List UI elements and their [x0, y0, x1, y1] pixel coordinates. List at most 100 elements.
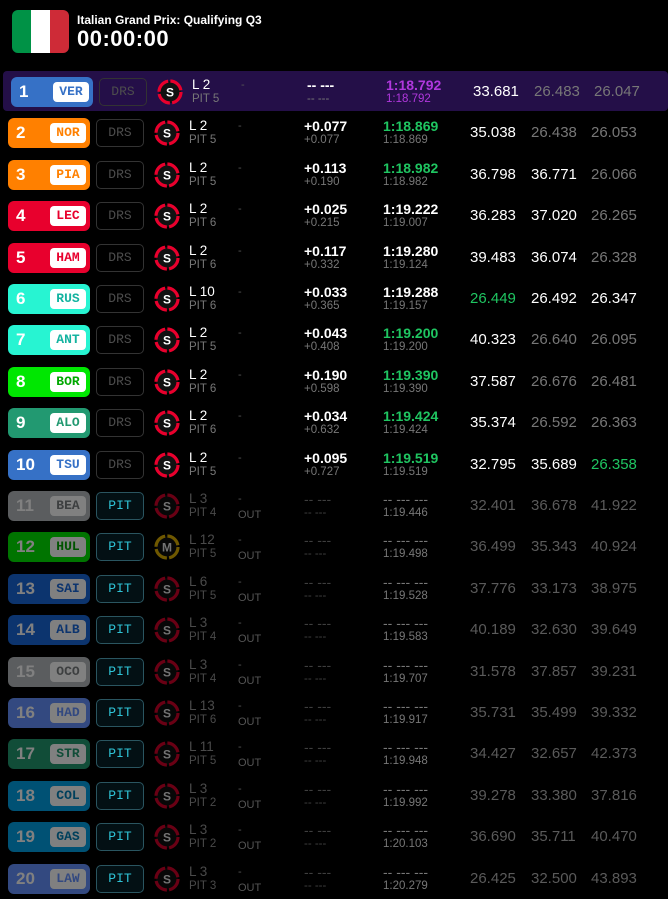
- sector-2-time: 26.438: [531, 124, 577, 142]
- tyre-compound: S: [166, 86, 174, 100]
- driver-row[interactable]: 6 RUS DRS S L 10 PIT 6 - +0.033 +0.365 1…: [0, 278, 668, 318]
- sector-2-time: 36.678: [531, 497, 577, 514]
- last-lap-time: 1:19.528: [383, 589, 428, 602]
- driver-row[interactable]: 10 TSU DRS S L 2 PIT 5 - +0.095 +0.727 1…: [0, 444, 668, 484]
- tyre-compound: S: [163, 707, 171, 721]
- out-status: OUT: [238, 674, 262, 687]
- position-number: 8: [16, 371, 26, 391]
- sector-3-time: 41.922: [591, 497, 637, 514]
- sector-3-time: 39.332: [591, 704, 637, 721]
- position-badge: 4 LEC: [8, 201, 90, 232]
- lap-count: L 12: [189, 532, 215, 548]
- sector-2-time: 26.676: [531, 372, 577, 390]
- gap-to-ahead: +0.077: [304, 118, 348, 135]
- soft-tyre-icon: S: [154, 410, 180, 436]
- pit-indicator: PIT: [96, 574, 144, 603]
- pit-count: PIT 6: [189, 714, 217, 726]
- gap-to-ahead: +0.025: [304, 201, 348, 218]
- stint-info: -: [241, 79, 245, 91]
- driver-row[interactable]: 15 OCO PIT S L 3 PIT 4 - OUT -- --- -- -…: [0, 651, 668, 691]
- gap-to-leader: -- ---: [304, 631, 327, 644]
- tyre-compound: S: [163, 127, 171, 141]
- gap-to-ahead: +0.033: [304, 284, 348, 300]
- stint-info: -: [238, 617, 242, 630]
- tyre-compound: S: [163, 334, 171, 348]
- driver-row[interactable]: 14 ALB PIT S L 3 PIT 4 - OUT -- --- -- -…: [0, 609, 668, 649]
- flag-stripe-green: [12, 10, 31, 53]
- last-lap-time: 1:19.200: [383, 341, 428, 354]
- drs-indicator: DRS: [96, 160, 144, 189]
- lap-count: L 3: [189, 822, 208, 838]
- driver-row[interactable]: 16 HAD PIT S L 13 PIT 6 - OUT -- --- -- …: [0, 692, 668, 732]
- sector-2-time: 26.640: [531, 331, 577, 349]
- gap-to-leader: +0.365: [304, 300, 340, 312]
- pit-indicator: PIT: [96, 864, 144, 893]
- last-lap-time: 1:19.498: [383, 548, 428, 561]
- driver-row[interactable]: 3 PIA DRS S L 2 PIT 5 - +0.113 +0.190 1:…: [0, 154, 668, 194]
- pit-count: PIT 6: [189, 258, 217, 271]
- position-number: 12: [16, 537, 35, 557]
- last-lap-time: 1:19.948: [383, 755, 428, 768]
- driver-row[interactable]: 4 LEC DRS S L 2 PIT 6 - +0.025 +0.215 1:…: [0, 195, 668, 235]
- last-lap-time: 1:19.007: [383, 217, 428, 230]
- soft-tyre-icon: S: [154, 286, 180, 312]
- gap-to-leader: +0.077: [304, 134, 340, 147]
- driver-row[interactable]: 13 SAI PIT S L 6 PIT 5 - OUT -- --- -- -…: [0, 568, 668, 608]
- driver-row[interactable]: 1 VER DRS S L 2 PIT 5 - -- --- -- --- 1:…: [3, 71, 668, 111]
- stint-info: -: [238, 161, 242, 174]
- gap-to-leader: -- ---: [307, 93, 330, 105]
- stint-info: -: [238, 741, 242, 754]
- best-lap-time: -- --- ---: [383, 822, 429, 839]
- gap-to-ahead: +0.190: [304, 366, 348, 383]
- sector-1-time: 35.038: [470, 124, 516, 142]
- stint-info: -: [238, 700, 242, 712]
- driver-row[interactable]: 9 ALO DRS S L 2 PIT 6 - +0.034 +0.632 1:…: [0, 402, 668, 442]
- driver-row[interactable]: 17 STR PIT S L 11 PIT 5 - OUT -- --- -- …: [0, 733, 668, 773]
- position-badge: 16 HAD: [8, 698, 90, 728]
- stint-info: -: [238, 368, 242, 381]
- driver-code: BEA: [50, 496, 86, 516]
- best-lap-time: 1:19.424: [383, 408, 439, 425]
- driver-row[interactable]: 5 HAM DRS S L 2 PIT 6 - +0.117 +0.332 1:…: [0, 237, 668, 277]
- last-lap-time: 1:19.707: [383, 672, 428, 685]
- sector-2-time: 32.500: [531, 869, 577, 887]
- gap-to-ahead: -- ---: [304, 491, 332, 507]
- pit-count: PIT 5: [189, 341, 217, 354]
- last-lap-time: 1:18.869: [383, 134, 428, 147]
- driver-row[interactable]: 2 NOR DRS S L 2 PIT 5 - +0.077 +0.077 1:…: [0, 112, 668, 152]
- flag-stripe-red: [50, 10, 69, 53]
- sector-3-time: 40.924: [591, 538, 637, 556]
- sector-2-time: 36.074: [531, 248, 577, 266]
- tyre-compound: M: [162, 541, 172, 555]
- best-lap-time: 1:18.792: [386, 77, 442, 93]
- driver-code: ALB: [50, 620, 86, 641]
- driver-row[interactable]: 8 BOR DRS S L 2 PIT 6 - +0.190 +0.598 1:…: [0, 361, 668, 401]
- out-status: OUT: [238, 550, 262, 563]
- driver-row[interactable]: 7 ANT DRS S L 2 PIT 5 - +0.043 +0.408 1:…: [0, 319, 668, 359]
- driver-row[interactable]: 18 COL PIT S L 3 PIT 2 - OUT -- --- -- -…: [0, 775, 668, 815]
- best-lap-time: -- --- ---: [383, 698, 429, 714]
- driver-row[interactable]: 20 LAW PIT S L 3 PIT 3 - OUT -- --- -- -…: [0, 858, 668, 898]
- sector-1-time: 26.449: [470, 290, 516, 307]
- driver-row[interactable]: 11 BEA PIT S L 3 PIT 4 - OUT -- --- -- -…: [0, 485, 668, 525]
- position-badge: 6 RUS: [8, 284, 90, 314]
- lap-count: L 2: [189, 118, 208, 134]
- session-header: Italian Grand Prix: Qualifying Q3 00:00:…: [0, 0, 668, 64]
- driver-row[interactable]: 12 HUL PIT M L 12 PIT 5 - OUT -- --- -- …: [0, 526, 668, 566]
- gap-to-leader: -- ---: [304, 796, 327, 809]
- sector-1-time: 34.427: [470, 745, 516, 763]
- tyre-compound: S: [163, 748, 171, 762]
- pit-count: PIT 5: [189, 548, 217, 561]
- drs-indicator: DRS: [96, 202, 144, 231]
- out-status: OUT: [238, 798, 262, 811]
- gap-to-ahead: +0.043: [304, 325, 348, 342]
- lap-count: L 2: [189, 242, 208, 258]
- stint-info: -: [238, 244, 242, 257]
- stint-info: -: [238, 203, 242, 216]
- pit-count: PIT 3: [189, 879, 217, 892]
- tyre-compound: S: [163, 789, 171, 803]
- stint-info: -: [238, 451, 242, 464]
- driver-row[interactable]: 19 GAS PIT S L 3 PIT 2 - OUT -- --- -- -…: [0, 816, 668, 856]
- position-number: 14: [16, 620, 35, 640]
- position-number: 17: [16, 744, 35, 764]
